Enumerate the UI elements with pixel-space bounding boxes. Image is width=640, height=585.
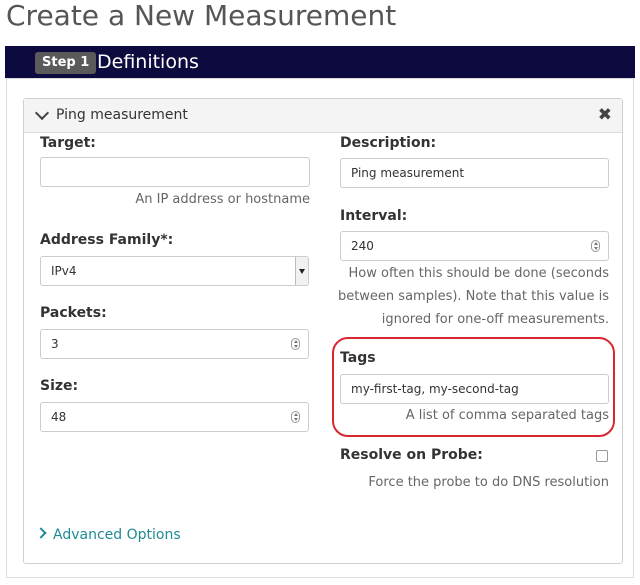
interval-label: Interval: — [340, 208, 408, 224]
step-title: Definitions — [97, 51, 199, 73]
step-header: Step 1 Definitions — [5, 46, 635, 78]
resolve-on-probe-label: Resolve on Probe: — [340, 447, 483, 463]
select-arrow-icon[interactable] — [295, 257, 308, 285]
packets-input[interactable]: 3 — [40, 329, 309, 359]
chevron-down-icon[interactable] — [34, 105, 50, 121]
interval-help-1: How often this should be done (seconds — [348, 266, 609, 281]
address-family-label: Address Family*: — [40, 232, 174, 248]
description-input[interactable]: Ping measurement — [340, 158, 609, 188]
target-input[interactable] — [40, 157, 310, 187]
tags-label: Tags — [340, 350, 376, 366]
resolve-on-probe-checkbox[interactable] — [596, 450, 608, 462]
stepper-icon[interactable] — [591, 240, 600, 252]
tags-input[interactable]: my-first-tag, my-second-tag — [340, 374, 609, 404]
target-label: Target: — [40, 135, 96, 151]
card-header[interactable]: Ping measurement ✖ — [24, 99, 622, 133]
description-label: Description: — [340, 135, 437, 151]
page-title: Create a New Measurement — [6, 0, 397, 32]
tags-help: A list of comma separated tags — [405, 408, 609, 423]
stepper-icon[interactable] — [291, 338, 300, 350]
target-help: An IP address or hostname — [135, 192, 310, 207]
address-family-select[interactable]: IPv4 — [40, 256, 309, 286]
packets-value: 3 — [51, 337, 59, 351]
interval-input[interactable]: 240 — [340, 231, 609, 261]
size-label: Size: — [40, 378, 79, 394]
size-value: 48 — [51, 410, 67, 424]
card-title: Ping measurement — [56, 107, 188, 123]
interval-help-3: ignored for one-off measurements. — [381, 312, 609, 327]
interval-help-2: between samples). Note that this value i… — [337, 289, 609, 304]
step-badge: Step 1 — [35, 52, 97, 74]
address-family-value: IPv4 — [51, 264, 77, 278]
size-input[interactable]: 48 — [40, 402, 309, 432]
interval-value: 240 — [351, 239, 374, 253]
packets-label: Packets: — [40, 305, 107, 321]
advanced-options-link[interactable]: Advanced Options — [53, 526, 181, 544]
close-icon[interactable]: ✖ — [598, 105, 612, 125]
resolve-on-probe-help: Force the probe to do DNS resolution — [368, 475, 609, 490]
stepper-icon[interactable] — [291, 411, 300, 423]
